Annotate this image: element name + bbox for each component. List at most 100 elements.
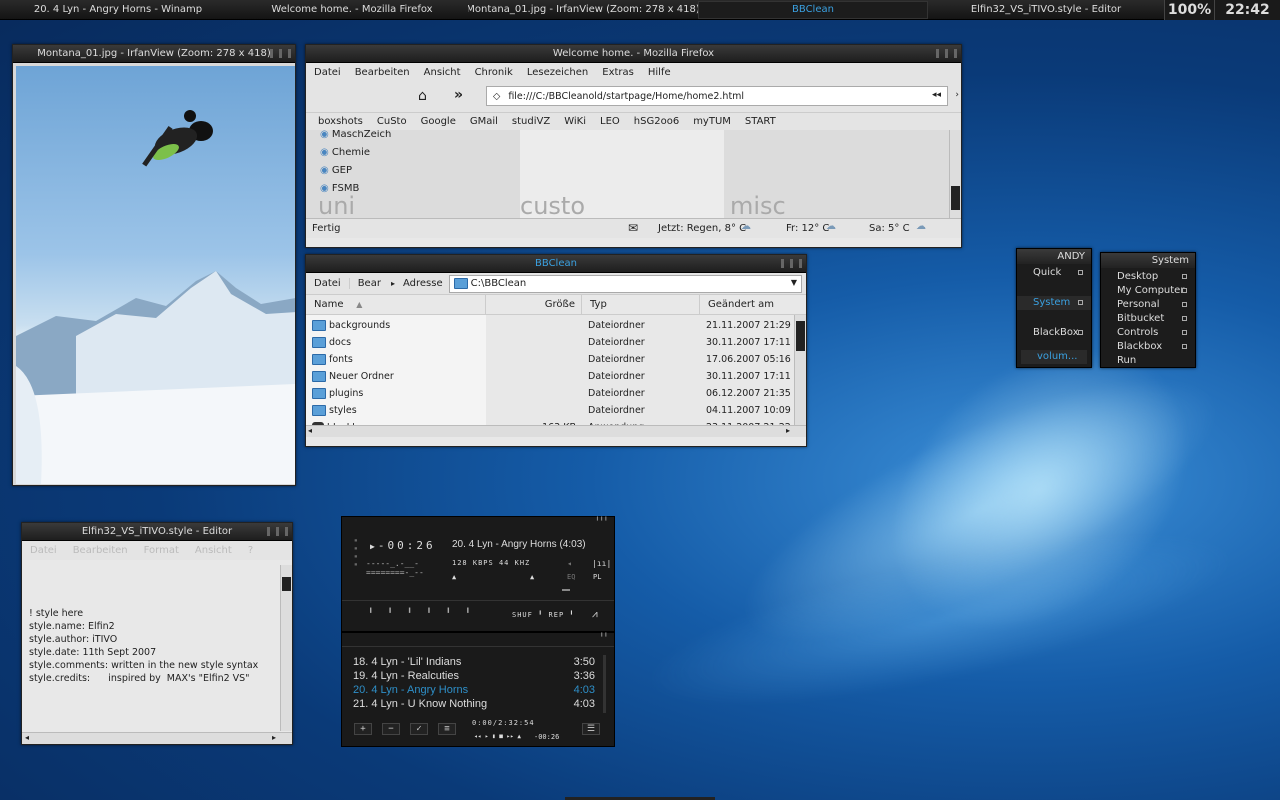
volume-slider[interactable]: volum... <box>1021 350 1087 364</box>
menu-item-personal[interactable]: Personal <box>1101 298 1195 312</box>
menu-bearbeiten[interactable]: Bear <box>348 278 389 289</box>
volume-marker[interactable]: ▲ <box>452 573 456 581</box>
link-maschzeich[interactable]: ◉ MaschZeich <box>320 130 391 144</box>
col-type[interactable]: Typ <box>582 295 700 314</box>
file-row[interactable]: Neuer Ordner Dateiordner 30.11.2007 17:11 <box>306 368 796 385</box>
menu-datei[interactable]: Datei <box>306 278 349 289</box>
task-firefox[interactable]: Welcome home. - Mozilla Firefox <box>236 1 468 19</box>
file-row[interactable]: plugins Dateiordner 06.12.2007 21:35 <box>306 385 796 402</box>
list-options-icon[interactable]: ☰ <box>582 723 600 735</box>
link-gep[interactable]: ◉ GEP <box>320 162 391 180</box>
bookmark-boxshots[interactable]: boxshots <box>318 116 363 127</box>
bookmark-studivz[interactable]: studiVZ <box>512 116 550 127</box>
url-bar[interactable]: ◇ file:///C:/BBCleanold/startpage/Home/h… <box>486 86 948 106</box>
menu-item-controls[interactable]: Controls <box>1101 326 1195 340</box>
col-name[interactable]: Name ▲ <box>306 295 486 314</box>
file-row[interactable]: fonts Dateiordner 17.06.2007 05:16 <box>306 351 796 368</box>
task-winamp[interactable]: 20. 4 Lyn - Angry Horns - Winamp <box>0 1 236 19</box>
add-button[interactable]: + <box>354 723 372 735</box>
firefox-titlebar[interactable]: Welcome home. - Mozilla Firefox <box>306 45 961 63</box>
link-chemie[interactable]: ◉ Chemie <box>320 144 391 162</box>
horizontal-scrollbar[interactable]: ◂ ▸ <box>306 425 806 437</box>
home-icon[interactable]: ⌂ <box>418 88 427 104</box>
bookmark-gmail[interactable]: GMail <box>470 116 498 127</box>
bookmark-custo[interactable]: CuSto <box>377 116 407 127</box>
balance-marker[interactable]: ▲ <box>530 573 534 581</box>
menu-extras[interactable]: Extras <box>602 67 634 78</box>
go-icon[interactable]: ◂◂ <box>932 90 941 100</box>
chevron-right-icon[interactable]: ▸ <box>389 279 397 288</box>
menu-bearbeiten[interactable]: Bearbeiten <box>355 67 410 78</box>
menu-format[interactable]: Format <box>144 545 179 556</box>
task-bbclean[interactable]: BBClean <box>698 0 928 19</box>
shuffle-repeat[interactable]: SHUF ╹ REP ╹ <box>512 611 575 619</box>
forward-icon[interactable]: » <box>454 87 463 103</box>
scroll-left-icon[interactable]: ◂ <box>25 733 29 742</box>
col-date[interactable]: Geändert am <box>700 295 796 314</box>
winamp-titlebar[interactable]: ╹╹╹ <box>342 517 614 527</box>
menu-hilfe[interactable]: Hilfe <box>648 67 671 78</box>
window-buttons[interactable] <box>270 49 291 58</box>
pl-toggle[interactable]: PL <box>593 573 601 581</box>
clock[interactable]: 22:42 <box>1214 0 1280 20</box>
playlist-scrollbar[interactable] <box>603 655 606 713</box>
menu-item-quick[interactable]: Quick <box>1017 266 1091 280</box>
window-buttons[interactable] <box>781 259 802 268</box>
task-editor[interactable]: Elfin32_VS_iTIVO.style - Editor <box>928 1 1164 19</box>
winamp-logo-icon[interactable]: ⩘ <box>592 609 598 620</box>
scroll-right-icon[interactable]: ▸ <box>272 733 276 742</box>
playlist-item[interactable]: 18. 4 Lyn - 'Lil' Indians 3:50 <box>353 655 595 669</box>
menu-item-desktop[interactable]: Desktop <box>1101 270 1195 284</box>
file-row[interactable]: docs Dateiordner 30.11.2007 17:11 <box>306 334 796 351</box>
window-buttons[interactable] <box>936 49 957 58</box>
menu-lesezeichen[interactable]: Lesezeichen <box>527 67 588 78</box>
menu-item-blackbox[interactable]: Blackbox <box>1101 340 1195 354</box>
visualizer[interactable]: -----_.-__- ========-_-- <box>366 559 426 577</box>
menu-chronik[interactable]: Chronik <box>475 67 513 78</box>
bookmark-hsg2006[interactable]: hSG2oo6 <box>634 116 679 127</box>
editor-vscroll[interactable] <box>280 565 292 731</box>
overflow-icon[interactable]: › <box>955 90 959 100</box>
task-irfanview[interactable]: Montana_01.jpg - IrfanView (Zoom: 278 x … <box>468 1 698 19</box>
file-row[interactable]: backgrounds Dateiordner 21.11.2007 21:29 <box>306 317 796 334</box>
misc-button[interactable]: ≡ <box>438 723 456 735</box>
menu-ansicht[interactable]: Ansicht <box>424 67 461 78</box>
bookmark-mytum[interactable]: myTUM <box>693 116 731 127</box>
side-buttons[interactable]: ▪ ▪ ▪ ▪ <box>354 537 360 577</box>
address-input[interactable]: C:\BBClean ▼ <box>448 274 802 293</box>
bookmark-start[interactable]: START <box>745 116 776 127</box>
editor-textarea[interactable]: ! style here style.name: Elfin2 style.auth… <box>25 565 281 715</box>
editor-titlebar[interactable]: Elfin32_VS_iTIVO.style - Editor <box>22 523 292 541</box>
transport-controls[interactable]: ╹╹╹╹╹╹ <box>368 609 485 619</box>
balance-icon[interactable]: ◂ <box>567 559 572 568</box>
menu-item-bitbucket[interactable]: Bitbucket <box>1101 312 1195 326</box>
editor-hscroll[interactable]: ◂ ▸ <box>22 732 292 744</box>
menu-ansicht[interactable]: Ansicht <box>195 545 232 556</box>
mail-icon[interactable]: ✉ <box>628 221 638 235</box>
menu-item-run[interactable]: Run <box>1101 354 1195 368</box>
seek-slider[interactable] <box>562 589 570 591</box>
bookmark-wiki[interactable]: WiKi <box>564 116 586 127</box>
playlist-item[interactable]: 19. 4 Lyn - Realcuties 3:36 <box>353 669 595 683</box>
explorer-titlebar[interactable]: BBClean <box>306 255 806 273</box>
page-scrollbar[interactable] <box>949 130 961 218</box>
bookmark-leo[interactable]: LEO <box>600 116 620 127</box>
file-row[interactable]: styles Dateiordner 04.11.2007 10:09 <box>306 402 796 419</box>
menu-item-my-computer[interactable]: My Computer <box>1101 284 1195 298</box>
remove-button[interactable]: − <box>382 723 400 735</box>
window-buttons[interactable] <box>267 527 288 536</box>
menu-datei[interactable]: Datei <box>30 545 57 556</box>
menu-datei[interactable]: Datei <box>314 67 341 78</box>
eq-toggle[interactable]: EQ <box>567 573 575 581</box>
time-display[interactable]: ▶-00:26 <box>370 539 436 552</box>
menu-bearbeiten[interactable]: Bearbeiten <box>73 545 128 556</box>
select-button[interactable]: ✓ <box>410 723 428 735</box>
menu-item-system[interactable]: System <box>1017 296 1091 310</box>
menu-help[interactable]: ? <box>248 545 253 556</box>
menu-item-blackbox[interactable]: BlackBox <box>1017 326 1091 340</box>
volume-indicator[interactable]: 100% <box>1164 0 1214 20</box>
playlist-titlebar[interactable]: ╹╹ <box>342 633 614 647</box>
playlist-item[interactable]: 21. 4 Lyn - U Know Nothing 4:03 <box>353 697 595 711</box>
scroll-right-icon[interactable]: ▸ <box>786 426 790 435</box>
chevron-down-icon[interactable]: ▼ <box>791 278 797 287</box>
